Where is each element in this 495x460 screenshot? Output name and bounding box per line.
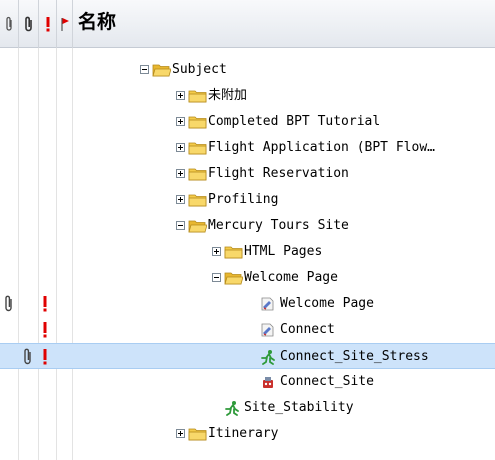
high-priority-icon: [42, 295, 48, 313]
folder-icon: [224, 244, 243, 259]
manual-test-icon: [260, 322, 276, 338]
tree-item-label: Mercury Tours Site: [208, 218, 349, 233]
load-test-icon: [224, 400, 240, 416]
attachment-icon: [19, 0, 39, 48]
tree-item-label: 未附加: [208, 88, 248, 103]
expand-toggle[interactable]: [176, 429, 185, 438]
tree-row[interactable]: Completed BPT Tutorial: [0, 109, 495, 135]
tree-item-label: Connect: [280, 322, 335, 337]
tree-item-label: Connect_Site_Stress: [280, 349, 429, 364]
tree-row[interactable]: Connect_Site: [0, 369, 495, 395]
priority-icon: [39, 0, 57, 48]
collapse-toggle[interactable]: [140, 65, 149, 74]
tree-item-label: Flight Reservation: [208, 166, 349, 181]
attachment-icon: [4, 295, 15, 313]
tree-row[interactable]: Profiling: [0, 187, 495, 213]
tree-item-label: Connect_Site: [280, 374, 374, 389]
tree-item-label: Site_Stability: [244, 400, 354, 415]
tree-row[interactable]: HTML Pages: [0, 239, 495, 265]
name-column-header[interactable]: 名称: [78, 0, 116, 48]
tree-row[interactable]: Flight Reservation: [0, 161, 495, 187]
high-priority-icon: [42, 348, 48, 366]
folder-icon: [188, 114, 207, 129]
folder-icon: [188, 140, 207, 155]
collapse-toggle[interactable]: [212, 273, 221, 282]
tree-row[interactable]: 未附加: [0, 83, 495, 109]
tree-row[interactable]: Itinerary: [0, 421, 495, 447]
open-folder-icon: [224, 270, 244, 285]
flag-icon: [57, 0, 73, 48]
tree-row[interactable]: Site_Stability: [0, 395, 495, 421]
folder-icon: [188, 166, 207, 181]
load-test-icon: [260, 349, 276, 365]
folder-icon: [188, 426, 207, 441]
tree-item-label: Flight Application (BPT Flow…: [208, 140, 435, 155]
tree-item-label: Completed BPT Tutorial: [208, 114, 381, 129]
tree-item-label: Welcome Page: [280, 296, 374, 311]
business-process-icon: [260, 374, 276, 390]
manual-test-icon: [260, 296, 276, 312]
expand-toggle[interactable]: [176, 117, 185, 126]
tree-row[interactable]: Connect_Site_Stress: [0, 343, 495, 369]
tree-item-label: Subject: [172, 62, 227, 77]
open-folder-icon: [188, 218, 208, 233]
expand-toggle[interactable]: [176, 195, 185, 204]
expand-toggle[interactable]: [176, 91, 185, 100]
attachment-icon: [23, 348, 34, 366]
column-header: 名称: [0, 0, 495, 48]
tree-item-label: Itinerary: [208, 426, 279, 441]
open-folder-icon: [152, 62, 172, 77]
tree-item-label: HTML Pages: [244, 244, 323, 259]
attachment-icon: [0, 0, 19, 48]
expand-toggle[interactable]: [212, 247, 221, 256]
tree-row[interactable]: Welcome Page: [0, 291, 495, 317]
tree-row[interactable]: Mercury Tours Site: [0, 213, 495, 239]
tree-row[interactable]: Connect: [0, 317, 495, 343]
tree-item-label: Profiling: [208, 192, 279, 207]
expand-toggle[interactable]: [176, 143, 185, 152]
folder-icon: [188, 88, 207, 103]
expand-toggle[interactable]: [176, 169, 185, 178]
tree-row[interactable]: Welcome Page: [0, 265, 495, 291]
tree-row[interactable]: Subject: [0, 57, 495, 83]
folder-icon: [188, 192, 207, 207]
tree-item-label: Welcome Page: [244, 270, 338, 285]
collapse-toggle[interactable]: [176, 221, 185, 230]
tree-row[interactable]: Flight Application (BPT Flow…: [0, 135, 495, 161]
high-priority-icon: [42, 321, 48, 339]
